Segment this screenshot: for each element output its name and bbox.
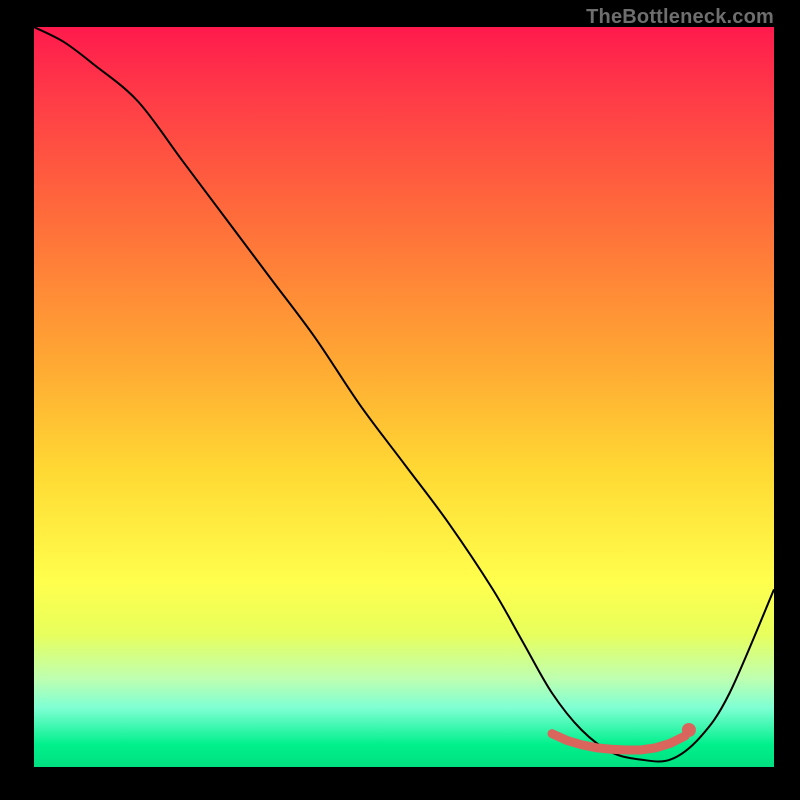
bottleneck-curve — [34, 27, 774, 762]
optimal-zone-markers — [552, 724, 695, 750]
optimal-zone-line — [552, 734, 685, 750]
curve-layer — [34, 27, 774, 767]
plot-area — [34, 27, 774, 767]
watermark-text: TheBottleneck.com — [586, 6, 774, 29]
optimal-zone-end-dot — [683, 724, 695, 736]
chart-frame: TheBottleneck.com — [0, 0, 800, 800]
